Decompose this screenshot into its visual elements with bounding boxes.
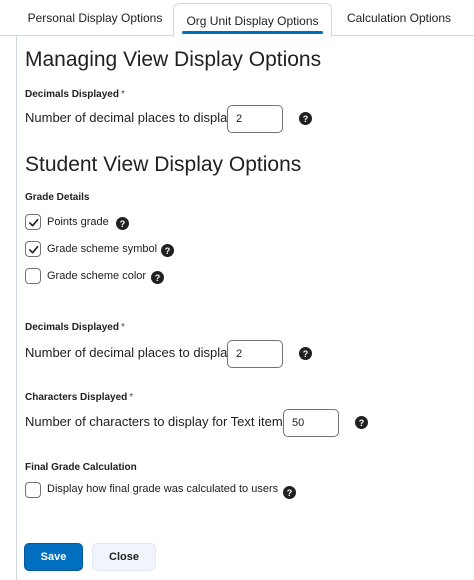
grade-scheme-symbol-label: Grade scheme symbol (47, 243, 158, 255)
grade-scheme-color-label: Grade scheme color (47, 270, 147, 282)
points-grade-label: Points grade (47, 216, 109, 228)
managing-decimals-label: Decimals Displayed * (25, 89, 125, 100)
required-mark: * (120, 89, 125, 100)
tab-org-unit-display-options[interactable]: Org Unit Display Options (173, 3, 332, 37)
save-button[interactable]: Save (24, 543, 83, 571)
points-grade-checkbox[interactable] (25, 214, 41, 230)
student-decimals-input[interactable] (227, 340, 283, 368)
characters-text: Number of characters to display for Text… (25, 414, 290, 429)
managing-decimals-label-text: Decimals Displayed (25, 89, 119, 100)
close-button[interactable]: Close (92, 543, 156, 571)
student-decimals-text: Number of decimal places to display (25, 345, 234, 360)
help-icon[interactable]: ? (299, 112, 312, 125)
grade-scheme-color-checkbox[interactable] (25, 268, 41, 284)
tab-label: Org Unit Display Options (182, 13, 323, 34)
characters-displayed-label: Characters Displayed * (25, 392, 133, 403)
help-icon[interactable]: ? (161, 244, 174, 257)
characters-displayed-label-text: Characters Displayed (25, 392, 128, 403)
managing-decimals-input[interactable] (227, 105, 283, 133)
managing-decimals-text: Number of decimal places to display (25, 110, 234, 125)
checkmark-icon (28, 245, 38, 254)
student-view-heading: Student View Display Options (25, 153, 302, 176)
help-icon[interactable]: ? (151, 271, 164, 284)
help-icon[interactable]: ? (299, 347, 312, 360)
help-icon[interactable]: ? (283, 486, 296, 499)
tab-label: Calculation Options (346, 11, 452, 25)
help-icon[interactable]: ? (116, 217, 129, 230)
options-panel: Managing View Display Options Decimals D… (16, 36, 474, 580)
characters-input[interactable] (283, 409, 339, 437)
grade-details-label: Grade Details (25, 192, 90, 203)
checkmark-icon (28, 218, 38, 227)
student-decimals-label: Decimals Displayed * (25, 322, 125, 333)
final-grade-calculation-label: Final Grade Calculation (25, 462, 137, 473)
tab-personal-display-options[interactable]: Personal Display Options (18, 0, 172, 36)
tab-calculation-options[interactable]: Calculation Options (336, 0, 462, 36)
student-decimals-label-text: Decimals Displayed (25, 322, 119, 333)
tab-label: Personal Display Options (27, 11, 163, 25)
grade-scheme-symbol-checkbox[interactable] (25, 241, 41, 257)
managing-view-heading: Managing View Display Options (25, 48, 322, 71)
required-mark: * (120, 322, 125, 333)
final-grade-calculation-checkbox-label: Display how final grade was calculated t… (47, 483, 279, 495)
final-grade-calculation-checkbox[interactable] (25, 482, 41, 498)
help-icon[interactable]: ? (355, 416, 368, 429)
tab-bar: Personal Display Options Org Unit Displa… (0, 0, 474, 37)
required-mark: * (129, 392, 134, 403)
